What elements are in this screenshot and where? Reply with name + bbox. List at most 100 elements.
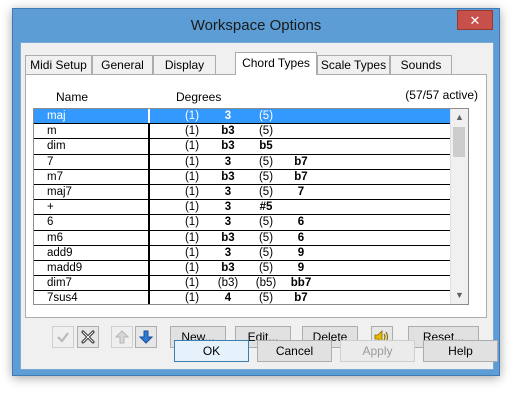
- chord-name: maj7: [47, 185, 72, 198]
- chord-row[interactable]: 7sus4 (1) 4 (5) b7: [34, 291, 468, 305]
- chord-row[interactable]: m6 (1) b3 (5) 6: [34, 230, 468, 246]
- column-separator: [148, 245, 150, 260]
- arrow-up-icon: [115, 330, 129, 344]
- chord-degree: 3: [224, 110, 232, 122]
- chord-degree: 3: [224, 155, 232, 168]
- chord-row[interactable]: 7 (1) 3 (5) b7: [34, 154, 468, 170]
- help-button[interactable]: Help: [423, 340, 498, 362]
- chord-name: m: [47, 125, 57, 138]
- close-icon: ✕: [469, 12, 481, 28]
- chord-degree: (1): [184, 170, 200, 183]
- column-separator: [148, 276, 150, 291]
- tab-chord-types[interactable]: Chord Types: [235, 52, 317, 75]
- scroll-down-arrow-icon[interactable]: ▼: [451, 287, 468, 304]
- chord-name: dim: [47, 140, 66, 153]
- chord-degree: (1): [184, 216, 200, 229]
- chord-name: add9: [47, 246, 73, 259]
- chord-name: 7: [47, 155, 54, 168]
- chord-row[interactable]: maj7 (1) 3 (5) 7: [34, 184, 468, 201]
- tab-display[interactable]: Display: [153, 55, 216, 74]
- chord-degree: b7: [294, 155, 308, 168]
- column-separator: [148, 260, 150, 276]
- enable-check-button[interactable]: [52, 326, 74, 348]
- chord-degree: b3: [221, 231, 235, 244]
- chord-degree: (5): [258, 125, 274, 138]
- check-icon: [57, 332, 69, 343]
- chord-row[interactable]: dim (1) b3 b5: [34, 139, 468, 155]
- chord-type-list[interactable]: maj (1) 3 (5) m (1) b3 (5) dim (1) b3 b5 7 (1) 3 (5) b7 m…: [33, 108, 469, 305]
- chord-degree: bb7: [290, 277, 312, 290]
- chord-degree: 7: [297, 185, 305, 198]
- chord-degree: 4: [224, 292, 232, 305]
- column-separator: [148, 169, 150, 184]
- workspace-options-window: Workspace Options ✕ Midi Setup General D…: [12, 8, 500, 376]
- chord-degree: 3: [224, 216, 232, 229]
- chord-row[interactable]: add9 (1) 3 (5) 9: [34, 245, 468, 261]
- column-separator: [148, 124, 150, 139]
- chord-degree: (5): [258, 216, 274, 229]
- chord-degree: b3: [221, 170, 235, 183]
- scroll-up-arrow-icon[interactable]: ▲: [451, 109, 468, 126]
- cancel-button[interactable]: Cancel: [257, 340, 332, 362]
- active-count-label: (57/57 active): [405, 88, 478, 102]
- x-icon: [81, 330, 95, 344]
- column-separator: [148, 200, 150, 215]
- chord-name: madd9: [47, 261, 83, 274]
- chord-degree: (1): [184, 185, 200, 198]
- chord-degree: (5): [258, 246, 274, 259]
- chord-degree: (5): [258, 185, 274, 198]
- tab-sounds[interactable]: Sounds: [390, 55, 452, 74]
- chord-degree: 9: [297, 261, 305, 274]
- chord-degree: (1): [184, 231, 200, 244]
- chord-row[interactable]: 6 (1) 3 (5) 6: [34, 215, 468, 231]
- tab-scale-types[interactable]: Scale Types: [317, 55, 390, 74]
- chord-name: 7sus4: [47, 292, 78, 305]
- chord-row[interactable]: m7 (1) b3 (5) b7: [34, 169, 468, 185]
- chord-degree: b5: [259, 140, 273, 153]
- chord-degree: (b5): [255, 277, 277, 290]
- tab-general[interactable]: General: [92, 55, 153, 74]
- column-separator: [148, 184, 150, 200]
- chord-degree: (1): [184, 155, 200, 168]
- chord-name: maj: [47, 110, 66, 122]
- title-bar[interactable]: Workspace Options ✕: [13, 9, 499, 43]
- dialog-client-area: Midi Setup General Display Chord Types S…: [20, 42, 498, 370]
- chord-name: 6: [47, 216, 54, 229]
- column-separator: [148, 230, 150, 245]
- list-scrollbar[interactable]: ▲ ▼: [450, 109, 468, 304]
- chord-types-panel: Name Degrees (57/57 active) maj (1) 3 (5) m (…: [25, 74, 487, 318]
- chord-degree: b7: [294, 292, 308, 305]
- chord-name: dim7: [47, 277, 72, 290]
- move-down-button[interactable]: [135, 326, 157, 348]
- close-button[interactable]: ✕: [457, 10, 493, 30]
- chord-degree: (1): [184, 261, 200, 274]
- column-separator: [148, 291, 150, 304]
- chord-name: m7: [47, 170, 63, 183]
- column-separator: [148, 139, 150, 154]
- tab-midi-setup[interactable]: Midi Setup: [25, 55, 92, 74]
- column-header-degrees[interactable]: Degrees: [176, 90, 221, 104]
- chord-degree: (1): [184, 140, 200, 153]
- column-separator: [148, 109, 150, 124]
- chord-degree: b3: [221, 261, 235, 274]
- chord-row[interactable]: m (1) b3 (5): [34, 124, 468, 140]
- chord-degree: (1): [184, 125, 200, 138]
- chord-degree: 3: [224, 201, 232, 214]
- chord-degree: (5): [258, 292, 274, 305]
- chord-degree: b3: [221, 140, 235, 153]
- chord-degree: 3: [224, 246, 232, 259]
- chord-row[interactable]: dim7 (1) (b3) (b5) bb7: [34, 276, 468, 292]
- chord-degree: (1): [184, 201, 200, 214]
- apply-button[interactable]: Apply: [340, 340, 415, 362]
- chord-degree: b3: [221, 125, 235, 138]
- scroll-thumb[interactable]: [453, 127, 465, 157]
- column-header-name[interactable]: Name: [56, 90, 88, 104]
- chord-degree: (1): [184, 246, 200, 259]
- chord-degree: (5): [258, 261, 274, 274]
- ok-button[interactable]: OK: [174, 340, 249, 362]
- chord-row[interactable]: + (1) 3 #5: [34, 200, 468, 216]
- chord-row[interactable]: maj (1) 3 (5): [34, 109, 468, 125]
- remove-button[interactable]: [77, 326, 99, 348]
- chord-row[interactable]: madd9 (1) b3 (5) 9: [34, 260, 468, 277]
- move-up-button[interactable]: [111, 326, 133, 348]
